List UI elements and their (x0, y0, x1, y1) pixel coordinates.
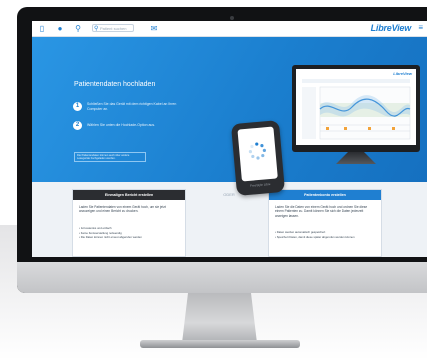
mini-report-screen: LibreView (296, 69, 416, 145)
mini-monitor-illustration: LibreView (292, 65, 420, 152)
single-report-card[interactable]: Einmaligen Bericht erstellen Laden Sie P… (72, 189, 186, 257)
step-text: Schließen Sie das Gerät mit dem richtige… (87, 102, 177, 111)
patient-account-card[interactable]: Patientenkonto erstellen Laden Sie die D… (268, 189, 382, 257)
menu-icon[interactable]: ≡ (418, 23, 423, 32)
page-title: Patientendaten hochladen (74, 81, 156, 88)
list-item: • Speichert Daten, damit diese später ab… (275, 234, 355, 239)
glucose-chart-illustration (302, 79, 411, 140)
single-report-description: Laden Sie Patientendaten von einem Gerät… (79, 205, 166, 214)
monitor-stand (182, 293, 257, 343)
search-input[interactable]: ⚲ Patient suchen (92, 24, 134, 32)
monitor-stand-base (140, 340, 300, 348)
patient-account-bullets: • Daten werden automatisch gespeichert •… (275, 230, 375, 239)
event-marker (326, 127, 329, 130)
app-screen: ▯ ● ⚲ ⚲ Patient suchen ✉ LibreView ≡ Pat… (32, 21, 427, 257)
search-icon[interactable]: ⚲ (74, 24, 82, 33)
camera-icon (230, 16, 234, 20)
patient-account-header[interactable]: Patientenkonto erstellen (269, 190, 381, 200)
event-marker (344, 127, 347, 130)
search-icon: ⚲ (94, 26, 99, 32)
reader-brand: FreeStyle Libre (250, 182, 271, 188)
step-number: 2 (73, 121, 82, 130)
chart-side-panel (302, 87, 316, 139)
event-marker (392, 127, 395, 130)
search-placeholder: Patient suchen (100, 26, 127, 31)
reader-screen (237, 126, 278, 182)
step-1: 1 Schließen Sie das Gerät mit dem richti… (73, 102, 194, 112)
top-bar: ▯ ● ⚲ ⚲ Patient suchen ✉ LibreView ≡ (32, 21, 427, 37)
device-icon[interactable]: ▯ (38, 24, 46, 33)
event-marker (368, 127, 371, 130)
chart-header-bar (302, 79, 410, 83)
step-text: Wählen Sie unten die Hochlade-Option aus… (87, 123, 156, 127)
step-2: 2 Wählen Sie unten die Hochlade-Option a… (73, 121, 194, 131)
single-report-header[interactable]: Einmaligen Bericht erstellen (73, 190, 185, 200)
glucose-reader-device: FreeStyle Libre (230, 120, 286, 196)
app-logo: LibreView (370, 23, 412, 33)
patient-account-description: Laden Sie die Daten von einem Gerät hoch… (275, 205, 368, 218)
user-icon[interactable]: ● (56, 24, 64, 33)
info-note: Die Patientendaten können auch über ande… (74, 152, 146, 162)
loading-spinner-icon (248, 142, 266, 160)
monitor-chin (17, 262, 427, 293)
step-number: 1 (73, 102, 82, 111)
list-item: • Die Daten können nicht erneut abgerufe… (79, 235, 142, 240)
single-report-bullets: • Ist kostenlos und einfach • Keine Kont… (79, 226, 179, 240)
notification-icon[interactable]: ✉ (150, 24, 158, 33)
